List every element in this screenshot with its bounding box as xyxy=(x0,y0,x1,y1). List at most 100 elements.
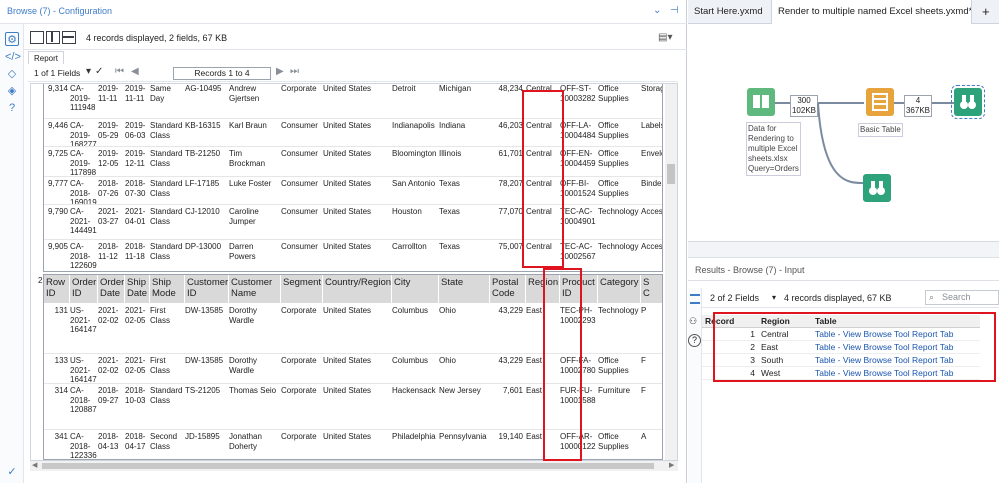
scroll-thumb[interactable] xyxy=(667,164,675,184)
orderid-cell: CA- 2018- 122609 xyxy=(70,242,97,270)
tab-render-workflow[interactable]: Render to multiple named Excel sheets.yx… xyxy=(772,0,972,24)
state-cell: Ohio xyxy=(439,356,456,365)
collapse-icon[interactable]: ⌄ xyxy=(653,5,661,16)
record-count-badge: 4 367KB xyxy=(904,95,932,117)
check-icon[interactable]: ✓ xyxy=(5,465,19,479)
first-page-icon[interactable]: ⏮ xyxy=(115,66,124,77)
productid-cell: OFF-LA- 10004484 xyxy=(560,121,596,140)
postal-cell: 7,601 xyxy=(502,386,523,395)
column-header[interactable]: Customer ID xyxy=(185,275,229,303)
custname-cell: Dorothy Wardle xyxy=(229,306,258,325)
help-icon[interactable]: ? xyxy=(5,101,19,115)
rowid-cell: 9,725 xyxy=(47,149,68,158)
orderid-cell: CA- 2021- 144491 xyxy=(70,207,97,235)
tab-start-here[interactable]: Start Here.yxmd xyxy=(688,0,772,24)
segment-cell: Corporate xyxy=(281,306,317,315)
column-header[interactable]: Order ID xyxy=(70,275,98,303)
layout-single-icon[interactable] xyxy=(30,31,44,44)
column-header[interactable]: Postal Code xyxy=(490,275,526,303)
workflow-canvas[interactable]: 300 102KB Data for Rendering to multiple… xyxy=(688,24,999,242)
country-cell: United States xyxy=(323,179,372,188)
gear-icon[interactable]: ⚙ xyxy=(5,32,19,46)
column-header[interactable]: Order Date xyxy=(98,275,125,303)
connector-curve xyxy=(817,103,864,184)
scroll-right-icon[interactable]: ▶ xyxy=(669,461,674,469)
shipmode-cell: First Class xyxy=(150,306,171,325)
city-cell: Hackensack xyxy=(392,386,436,395)
productid-cell: OFF-EN- 10004459 xyxy=(560,149,596,168)
column-header[interactable]: Segment xyxy=(281,275,323,303)
country-cell: United States xyxy=(323,306,372,315)
browse-tool[interactable] xyxy=(863,174,891,202)
binoculars-icon[interactable]: ⚇ xyxy=(689,316,697,327)
column-header[interactable]: State xyxy=(439,275,490,303)
column-header[interactable]: Row ID xyxy=(44,275,70,303)
custname-cell: Tim Brockman xyxy=(229,149,266,168)
state-cell: Michigan xyxy=(439,84,472,93)
category-cell: Office Supplies xyxy=(598,121,629,140)
column-header[interactable]: Customer Name xyxy=(229,275,281,303)
connection-icon[interactable]: ◇ xyxy=(5,67,19,81)
chevron-down-icon[interactable]: ▾ xyxy=(772,293,776,302)
column-header[interactable]: S C xyxy=(641,275,662,303)
shipdate-cell: 2019- 11-11 xyxy=(125,84,146,103)
orderid-cell: CA- 2019- 111948 xyxy=(70,84,96,112)
layout-split-vertical-icon[interactable] xyxy=(46,31,60,44)
prev-page-icon[interactable]: ◀ xyxy=(131,66,139,77)
subcat-cell: F xyxy=(641,386,646,395)
category-cell: Office Supplies xyxy=(598,149,629,168)
column-header[interactable]: Category xyxy=(598,275,641,303)
book-icon xyxy=(753,95,769,108)
browse-tool-selected[interactable] xyxy=(951,85,985,119)
horizontal-scrollbar[interactable]: ◀ ▶ xyxy=(30,461,678,471)
results-title-bar: Results - Browse (7) - Input xyxy=(688,259,999,281)
city-cell: Bloomington xyxy=(392,149,437,158)
orderdate-cell: 2018- 11-12 xyxy=(98,242,119,261)
code-icon[interactable]: </> xyxy=(5,50,21,64)
city-cell: Indianapolis xyxy=(392,121,435,130)
tag-icon[interactable]: ◈ xyxy=(5,84,19,98)
vertical-scrollbar[interactable] xyxy=(665,84,677,460)
panel-splitter[interactable] xyxy=(688,242,999,258)
check-icon[interactable]: ✓ xyxy=(95,66,103,77)
segment-cell: Consumer xyxy=(281,242,318,251)
basic-table-tool[interactable] xyxy=(866,88,894,116)
help-icon[interactable]: ? xyxy=(688,334,701,347)
column-header[interactable]: Ship Date xyxy=(125,275,150,303)
add-tab-icon[interactable]: + xyxy=(976,0,998,24)
fields-selector[interactable]: 1 of 1 Fields xyxy=(34,68,80,78)
results-fields-selector[interactable]: 2 of 2 Fields xyxy=(710,293,759,303)
custid-cell: JD-15895 xyxy=(185,432,220,441)
category-cell: Furniture xyxy=(598,386,631,395)
column-header[interactable]: Country/Region xyxy=(323,275,392,303)
last-page-icon[interactable]: ⏭ xyxy=(290,66,299,77)
search-input[interactable]: Search xyxy=(925,290,999,305)
next-page-icon[interactable]: ▶ xyxy=(276,66,284,77)
orderdate-cell: 2021- 03-27 xyxy=(98,207,119,226)
orderdate-cell: 2021- 02-02 xyxy=(98,306,119,325)
input-data-tool[interactable] xyxy=(747,88,775,116)
search-icon: ⌕ xyxy=(929,292,935,302)
chevron-down-icon[interactable]: ▾ xyxy=(86,66,91,77)
country-cell: United States xyxy=(323,242,372,251)
postal-cell: 77,070 xyxy=(498,207,523,216)
productid-cell: OFF-BI- 10001524 xyxy=(560,179,596,198)
layout-split-horizontal-icon[interactable] xyxy=(62,31,76,44)
pin-icon[interactable]: ⊣ xyxy=(670,5,679,16)
city-cell: Columbus xyxy=(392,356,429,365)
records-range[interactable]: Records 1 to 4 xyxy=(173,67,271,80)
column-header[interactable]: City xyxy=(392,275,439,303)
highlight-region-central xyxy=(522,90,564,268)
scroll-thumb[interactable] xyxy=(42,463,654,469)
segment-cell: Corporate xyxy=(281,84,317,93)
custname-cell: Andrew Gjertsen xyxy=(229,84,260,103)
shipmode-cell: Second Class xyxy=(150,432,178,451)
orderdate-cell: 2018- 04-13 xyxy=(98,432,119,451)
subcat-cell: Binders xyxy=(641,179,662,188)
shipmode-cell: Standard Class xyxy=(150,242,183,261)
subcat-cell: Access xyxy=(641,207,663,216)
table-view-icon[interactable] xyxy=(690,294,700,304)
column-header[interactable]: Ship Mode xyxy=(150,275,185,303)
options-menu-icon[interactable]: ▤▾ xyxy=(658,32,672,43)
scroll-left-icon[interactable]: ◀ xyxy=(32,461,37,469)
